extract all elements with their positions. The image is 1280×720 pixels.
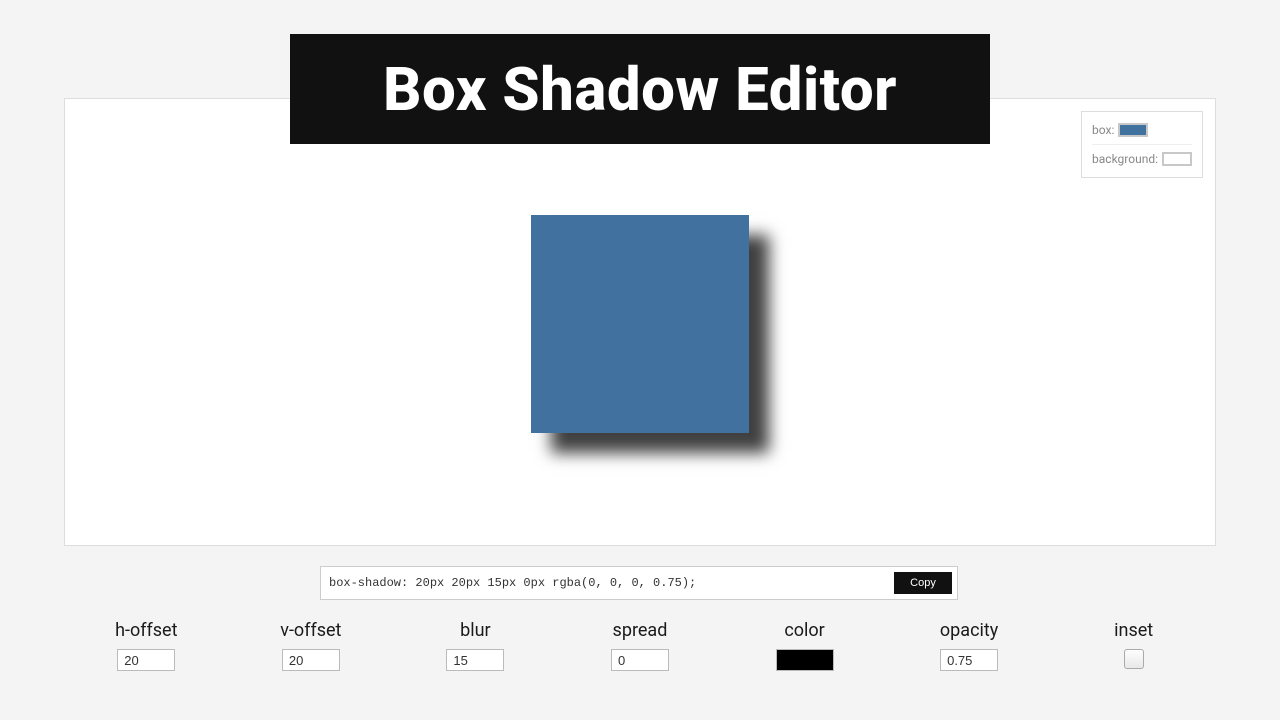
opacity-label: opacity — [940, 620, 998, 641]
control-color: color — [735, 620, 875, 671]
inset-checkbox[interactable] — [1124, 649, 1144, 669]
blur-input[interactable] — [446, 649, 504, 671]
h-offset-label: h-offset — [115, 620, 177, 641]
copy-button[interactable]: Copy — [894, 572, 952, 594]
box-color-swatch[interactable] — [1118, 123, 1148, 137]
css-output-text: box-shadow: 20px 20px 15px 0px rgba(0, 0… — [329, 576, 696, 590]
preview-box — [531, 215, 749, 433]
blur-label: blur — [460, 620, 491, 641]
control-h-offset: h-offset — [76, 620, 216, 671]
box-color-row: box: — [1092, 120, 1192, 140]
shadow-color-input[interactable] — [776, 649, 834, 671]
inset-label: inset — [1114, 620, 1153, 641]
control-blur: blur — [405, 620, 545, 671]
color-label: color — [784, 620, 824, 641]
color-panel: box: background: — [1081, 111, 1203, 178]
controls-row: h-offset v-offset blur spread color opac… — [64, 620, 1216, 671]
control-inset: inset — [1064, 620, 1204, 669]
v-offset-label: v-offset — [280, 620, 341, 641]
css-output-bar: box-shadow: 20px 20px 15px 0px rgba(0, 0… — [320, 566, 958, 600]
background-color-swatch[interactable] — [1162, 152, 1192, 166]
box-color-label: box: — [1092, 123, 1114, 137]
spread-label: spread — [613, 620, 668, 641]
control-spread: spread — [570, 620, 710, 671]
background-color-label: background: — [1092, 152, 1158, 166]
control-opacity: opacity — [899, 620, 1039, 671]
preview-panel: box: background: — [64, 98, 1216, 546]
opacity-input[interactable] — [940, 649, 998, 671]
spread-input[interactable] — [611, 649, 669, 671]
background-color-row: background: — [1092, 144, 1192, 169]
control-v-offset: v-offset — [241, 620, 381, 671]
v-offset-input[interactable] — [282, 649, 340, 671]
h-offset-input[interactable] — [117, 649, 175, 671]
page-title-bar: Box Shadow Editor — [290, 34, 990, 144]
page-title: Box Shadow Editor — [383, 54, 897, 125]
